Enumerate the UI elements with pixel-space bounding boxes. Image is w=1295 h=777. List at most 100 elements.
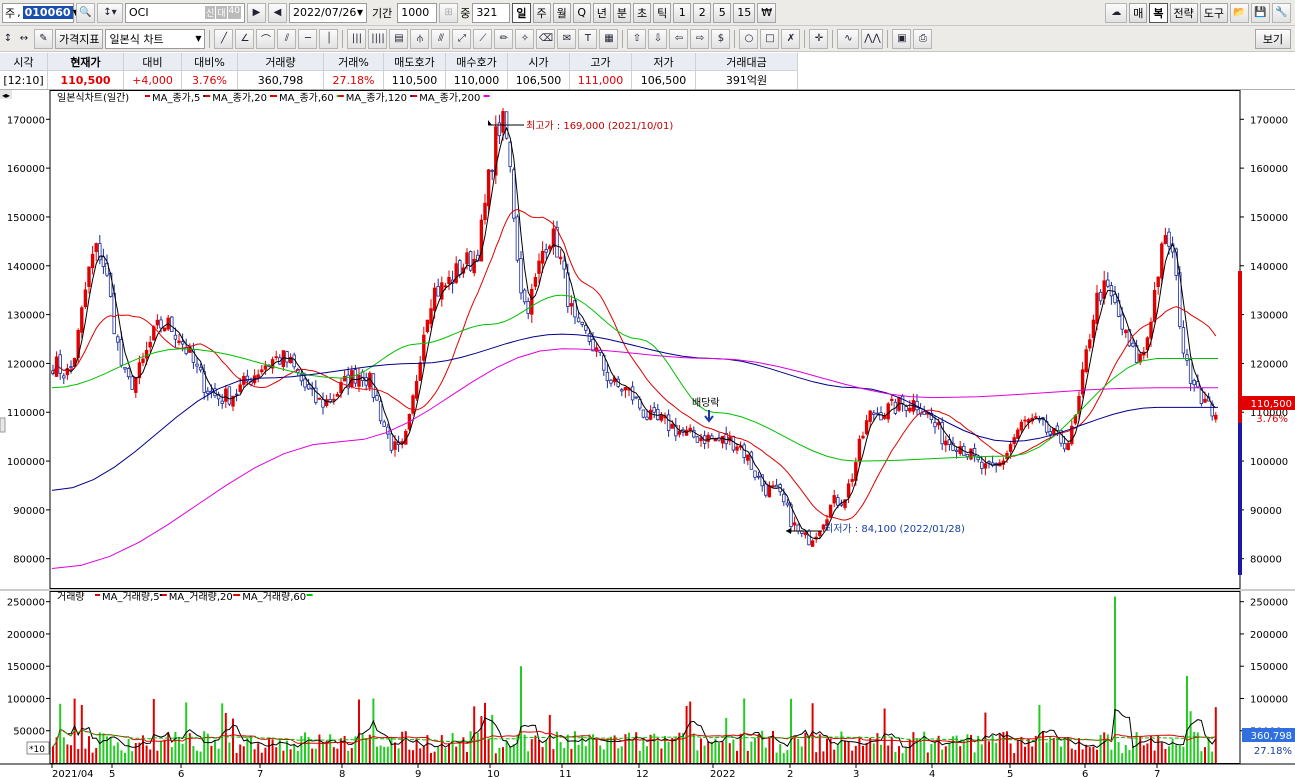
- overlap-input[interactable]: 321: [472, 2, 511, 23]
- period-day-button[interactable]: 일: [512, 2, 531, 23]
- arrow-leftright-icon[interactable]: ↔: [16, 29, 32, 49]
- candle-body: [224, 388, 228, 402]
- text-tool-icon[interactable]: T: [578, 28, 598, 49]
- line-tool-icon[interactable]: ╱: [214, 28, 234, 49]
- volume-bar: [718, 743, 720, 763]
- eraser-icon[interactable]: ⌫: [536, 28, 556, 49]
- period-tick-button[interactable]: 틱: [653, 2, 672, 23]
- main-toolbar: 주 , 010060 ▼ 🔍 ↕▾ OCI 신 대 40 ▶ ◀ 2022/07…: [0, 0, 1295, 26]
- volume-bar: [523, 734, 526, 763]
- period-15-button[interactable]: 15: [733, 2, 756, 23]
- period-quarter-button[interactable]: Q: [572, 2, 591, 23]
- stock-chart[interactable]: ◂▸ 170000 160000 150000 140000 130000 120000 1…: [0, 90, 1295, 777]
- candle-body: [954, 449, 959, 452]
- period-5-button[interactable]: 5: [713, 2, 732, 23]
- candle-body: [605, 371, 610, 382]
- grid-icon[interactable]: ⊞: [439, 2, 459, 23]
- arrow-right-icon[interactable]: ⇨: [690, 28, 710, 49]
- pane-splitter-handle[interactable]: [0, 417, 6, 433]
- candle-body: [227, 386, 232, 405]
- play-icon[interactable]: ▶: [247, 2, 266, 23]
- volume-bar: [1092, 746, 1095, 763]
- arrow-down-icon[interactable]: ⇩: [648, 28, 668, 49]
- period-month-button[interactable]: 월: [552, 2, 571, 23]
- delete-drawing-icon[interactable]: ✗: [781, 28, 801, 49]
- calculator-icon[interactable]: ▣: [892, 28, 912, 49]
- volume-bar: [469, 731, 472, 763]
- arrow-updown-icon[interactable]: ↕: [2, 29, 14, 49]
- tools-button[interactable]: 도구: [1199, 2, 1228, 23]
- horizontal-line-icon[interactable]: ─: [298, 28, 318, 49]
- arrow-left-icon[interactable]: ⇦: [669, 28, 689, 49]
- period-year-button[interactable]: 년: [592, 2, 611, 23]
- chart-type-select[interactable]: 일본식 차트 ▼: [105, 28, 206, 49]
- save-icon[interactable]: 💾: [1251, 2, 1270, 23]
- candle-body: [342, 376, 347, 382]
- trend-tool-icon[interactable]: ⤢: [452, 28, 472, 49]
- date-picker[interactable]: 2022/07/26 ▼: [289, 2, 367, 23]
- volume-bar: [203, 731, 206, 763]
- volume-bar: [998, 734, 1001, 763]
- volume-bar: [264, 747, 267, 763]
- period-week-button[interactable]: 주: [532, 2, 551, 23]
- volume-bar: [289, 749, 292, 763]
- volume-bar: [325, 740, 328, 763]
- volume-bar: [700, 738, 702, 763]
- wave-icon[interactable]: ∿: [837, 28, 860, 49]
- search-icon[interactable]: 🔍: [76, 2, 95, 23]
- cloud-icon[interactable]: ☁: [1105, 2, 1128, 23]
- fan-tool-icon[interactable]: ⫽: [277, 28, 297, 49]
- candle-body: [1012, 437, 1016, 444]
- period-second-button[interactable]: 초: [633, 2, 652, 23]
- copy-button[interactable]: 복: [1149, 2, 1168, 23]
- sort-icon[interactable]: ↕▾: [97, 2, 123, 23]
- cycle-tool-icon[interactable]: ⟋: [473, 28, 493, 49]
- note-icon[interactable]: ✉: [557, 28, 577, 49]
- period-1-button[interactable]: 1: [673, 2, 692, 23]
- stock-code-combo[interactable]: 주 , 010060 ▼: [2, 2, 79, 23]
- pitchfork-icon[interactable]: ⫛: [410, 28, 430, 49]
- volume-bar: [905, 747, 908, 763]
- channel-icon[interactable]: ⫻: [431, 28, 451, 49]
- rectangle-tool-icon[interactable]: □: [760, 28, 780, 49]
- print-icon[interactable]: ⎙: [913, 28, 933, 49]
- volume-bar: [563, 747, 566, 763]
- currency-button[interactable]: ₩: [757, 2, 777, 23]
- view-button[interactable]: 보기: [1255, 28, 1291, 49]
- arc-tool-icon[interactable]: ⌒: [256, 28, 276, 49]
- candle-body: [1124, 329, 1128, 334]
- price-label-icon[interactable]: $: [711, 28, 731, 49]
- period-minute-button[interactable]: 분: [612, 2, 631, 23]
- circle-tool-icon[interactable]: ○: [739, 28, 759, 49]
- candle-body: [645, 416, 649, 420]
- price-index-button[interactable]: 가격지표: [55, 28, 104, 49]
- angle-tool-icon[interactable]: ∠: [235, 28, 255, 49]
- magic-icon[interactable]: ✧: [515, 28, 535, 49]
- vertical-line-icon[interactable]: │: [319, 28, 339, 49]
- arrow-expand-icon[interactable]: ◂▸: [2, 91, 10, 100]
- edit-icon[interactable]: ✎: [34, 28, 53, 49]
- wrench-icon[interactable]: 🔧: [1272, 2, 1291, 23]
- table-icon[interactable]: ▦: [599, 28, 619, 49]
- mountain-icon[interactable]: ⋀⋀: [861, 28, 884, 49]
- pencil-icon[interactable]: ✏: [494, 28, 514, 49]
- back-icon[interactable]: ◀: [268, 2, 287, 23]
- stock-name-field[interactable]: OCI 신 대 40: [125, 2, 245, 23]
- folder-icon[interactable]: 📂: [1230, 2, 1249, 23]
- period-2-button[interactable]: 2: [693, 2, 712, 23]
- buy-button[interactable]: 매: [1129, 2, 1148, 23]
- volume-ma-legend-item: MA_거래량,60: [242, 591, 306, 603]
- candle-body: [303, 378, 307, 388]
- strategy-button[interactable]: 전략: [1169, 2, 1198, 23]
- candle-body: [753, 470, 757, 478]
- gann-icon[interactable]: ||||: [368, 28, 388, 49]
- arrow-up-icon[interactable]: ⇧: [627, 28, 647, 49]
- fibonacci-icon[interactable]: |||: [347, 28, 367, 49]
- candle-body: [875, 412, 880, 415]
- quote-high: 111,000: [570, 71, 632, 89]
- grid-tool-icon[interactable]: ▤: [389, 28, 409, 49]
- stock-code-field[interactable]: 010060: [22, 6, 73, 19]
- crosshair-icon[interactable]: ✛: [809, 28, 829, 49]
- volume-bar: [91, 752, 94, 763]
- period-input[interactable]: 1000: [397, 2, 438, 23]
